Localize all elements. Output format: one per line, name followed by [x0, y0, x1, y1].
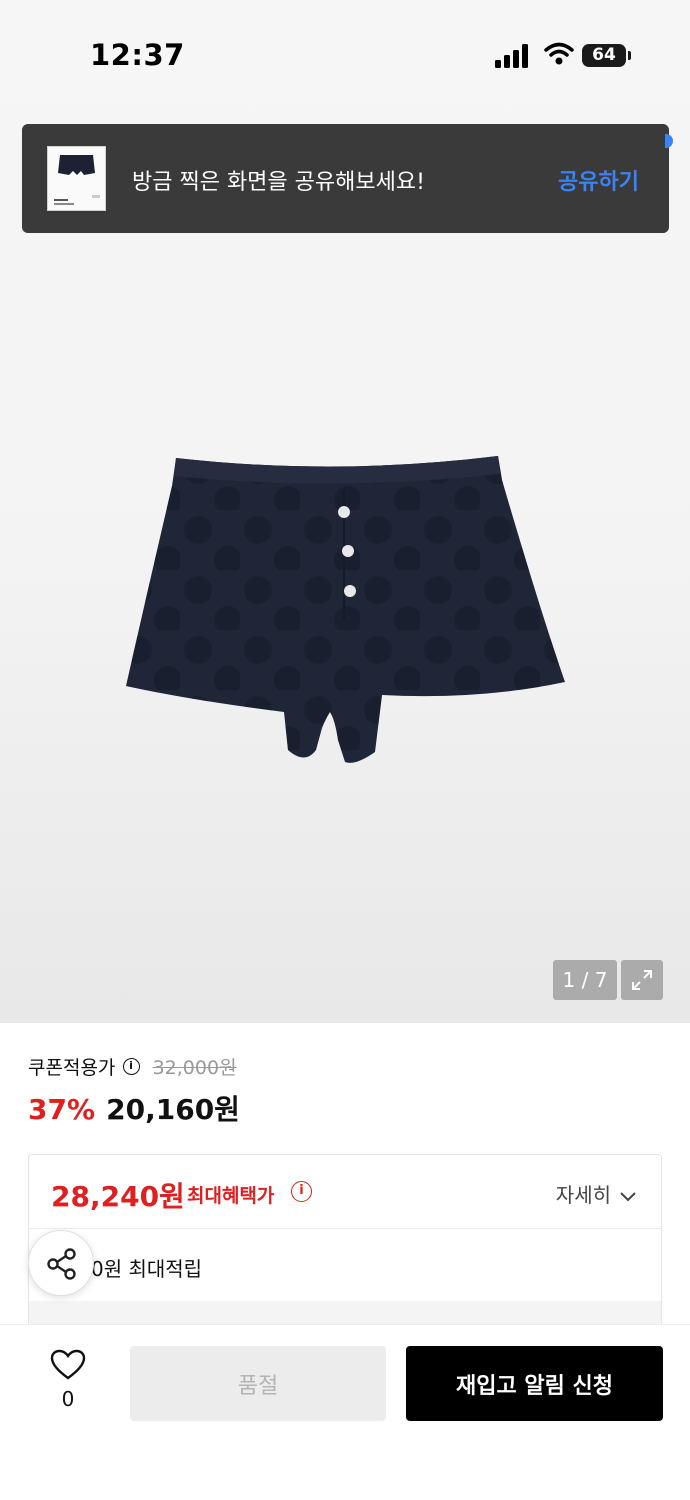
status-time: 12:37 [90, 38, 185, 72]
like-button[interactable]: 0 [40, 1349, 96, 1419]
image-counter: 1 / 7 [553, 960, 617, 1000]
chevron-down-icon [620, 1191, 636, 1201]
battery-icon: 64 [582, 44, 631, 67]
original-price: 32,000원 [152, 1057, 237, 1079]
share-button[interactable] [28, 1230, 94, 1296]
benefit-info-icon[interactable]: i [291, 1181, 312, 1202]
product-photo [126, 456, 565, 763]
heart-icon [50, 1349, 86, 1380]
status-bar: 12:37 64 [0, 0, 690, 100]
product-detail-page: 12:37 64 방금 찍은 화면을 공유해보세요! 공유하기 1 / 7 쿠폰… [0, 0, 690, 1500]
expand-icon [632, 970, 652, 990]
bottom-action-bar: 0 품절 재입고 알림 신청 [0, 1324, 690, 1500]
screenshot-share-toast[interactable]: 방금 찍은 화면을 공유해보세요! 공유하기 [22, 124, 673, 233]
screenshot-thumbnail [47, 146, 106, 211]
detail-toggle-button[interactable]: 자세히 [556, 1179, 637, 1208]
cellular-signal-icon [495, 44, 528, 68]
restock-alert-button[interactable]: 재입고 알림 신청 [406, 1346, 663, 1421]
soldout-button: 품절 [130, 1346, 386, 1421]
max-benefit-price: 28,240원 [51, 1180, 185, 1213]
like-count: 0 [61, 1387, 75, 1411]
expand-image-button[interactable] [621, 960, 663, 1000]
max-benefit-label: 최대혜택가 [187, 1185, 275, 1207]
coupon-price-label: 쿠폰적용가 [28, 1057, 116, 1079]
detail-toggle-label: 자세히 [555, 1183, 611, 1207]
toast-message: 방금 찍은 화면을 공유해보세요! [132, 170, 425, 195]
sale-price: 20,160원 [106, 1093, 240, 1126]
max-benefit-row[interactable]: 28,240원 최대혜택가 i 자세히 [29, 1155, 661, 1229]
share-icon [47, 1248, 76, 1280]
sale-price-row: 37% 20,160원 [28, 1088, 240, 1128]
toast-edge-indicator [665, 134, 673, 148]
coupon-price-row: 쿠폰적용가 i 32,000원 [28, 1053, 237, 1081]
wifi-icon [544, 42, 574, 65]
discount-rate: 37% [28, 1093, 96, 1126]
product-image-gallery[interactable]: 12:37 64 방금 찍은 화면을 공유해보세요! 공유하기 1 / 7 [0, 0, 690, 1023]
max-points-text: 0원 최대적립 [91, 1257, 203, 1281]
info-icon[interactable]: i [122, 1058, 140, 1075]
share-now-button[interactable]: 공유하기 [558, 164, 639, 196]
